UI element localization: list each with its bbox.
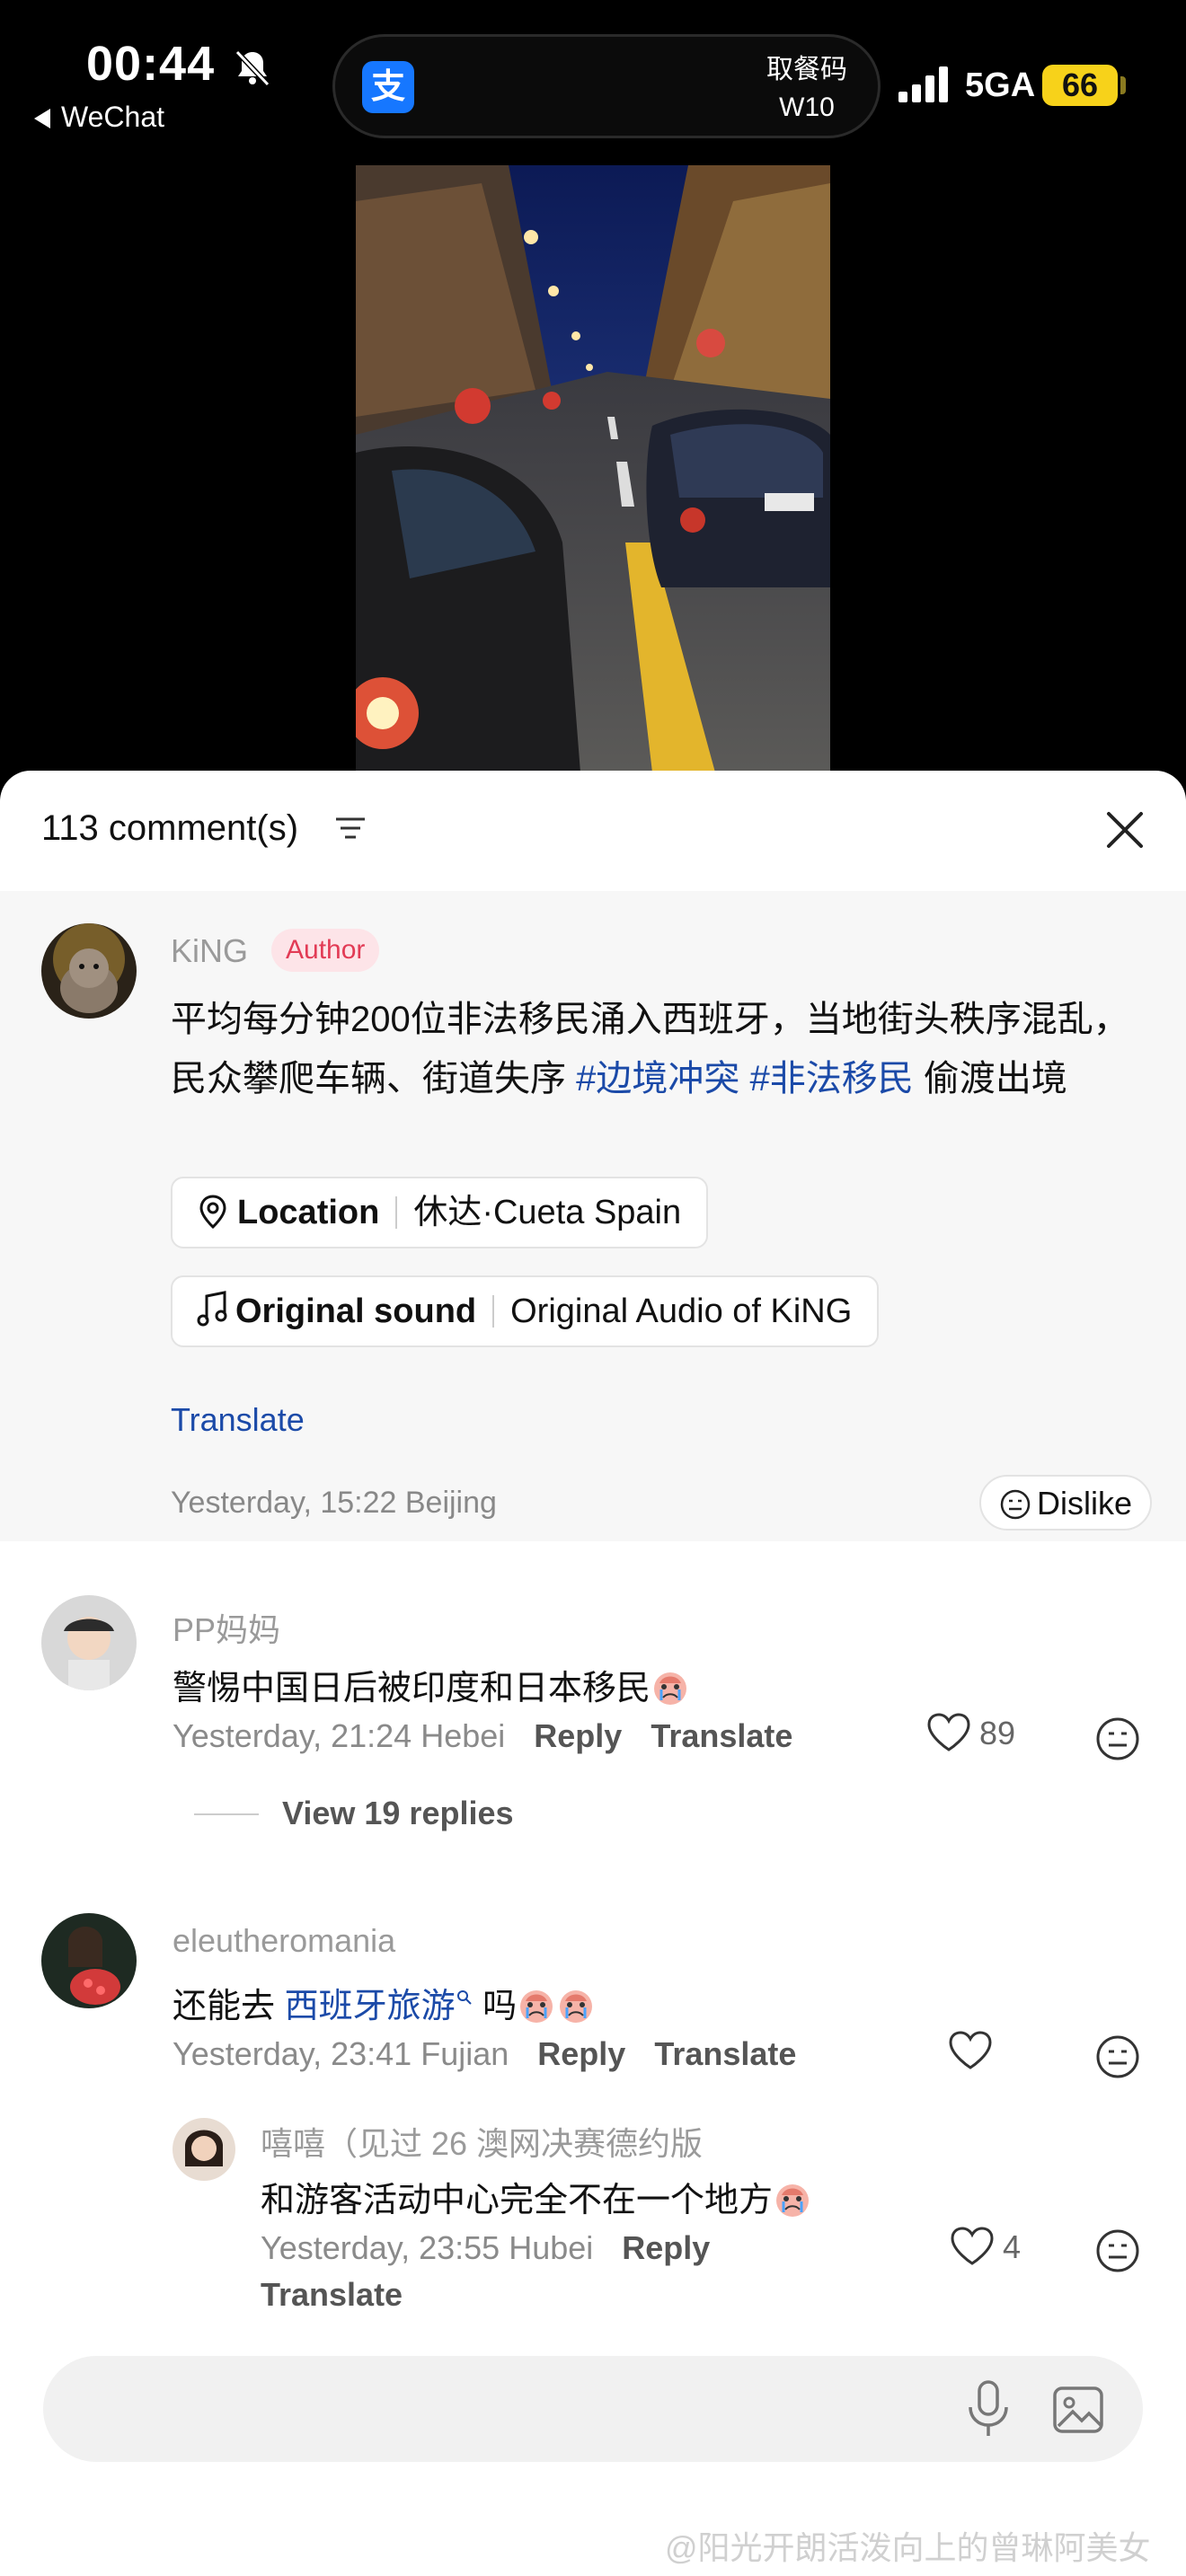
reply-time: Yesterday, 23:55 Hubei <box>261 2229 594 2266</box>
caption-text-tail: 偷渡出境 <box>913 1059 1067 1098</box>
like-count: 4 <box>1003 2228 1022 2265</box>
neutral-face-icon[interactable] <box>1094 1716 1141 1762</box>
crying-emoji-icon <box>654 1672 687 1705</box>
comment-meta: Yesterday, 23:41 Fujian Reply Translate <box>173 2035 796 2073</box>
crying-emoji-icon <box>560 1990 593 2023</box>
heart-icon <box>927 1713 970 1751</box>
comments-sheet: 113 comment(s) KiNG Author 平均每分钟200位非法移民… <box>0 771 1186 2576</box>
neutral-face-icon[interactable] <box>1094 2228 1141 2274</box>
pickup-code-title: 取餐码 <box>766 55 847 84</box>
status-time: 00:44 <box>86 37 216 91</box>
mic-icon[interactable] <box>961 2377 1015 2439</box>
dynamic-island-pickup-code[interactable]: 支 取餐码 W10 <box>332 34 881 138</box>
author-name[interactable]: KiNG <box>171 932 248 970</box>
alipay-icon: 支 <box>362 61 414 113</box>
post-time: Yesterday, 15:22 Beijing <box>171 1486 497 1520</box>
comment-time: Yesterday, 21:24 Hebei <box>173 1717 506 1754</box>
comment-text-body: 警惕中国日后被印度和日本移民 <box>173 1670 651 1707</box>
reply-text-body: 和游客活动中心完全不在一个地方 <box>261 2182 774 2219</box>
battery-cap <box>1120 76 1126 94</box>
reply-meta: Yesterday, 23:55 Hubei Reply <box>261 2229 710 2267</box>
dislike-button[interactable]: Dislike <box>979 1475 1153 1531</box>
comment-text: 警惕中国日后被印度和日本移民 <box>173 1660 690 1709</box>
like-count: 89 <box>979 1715 1016 1751</box>
location-pin-icon <box>199 1195 226 1230</box>
hashtag-illegal-immigrants[interactable]: #非法移民 <box>750 1059 914 1098</box>
signal-icon <box>898 66 948 102</box>
comment-author[interactable]: eleutheromania <box>173 1922 395 1960</box>
network-type: 5GA <box>965 66 1036 104</box>
location-key: Location <box>237 1194 380 1231</box>
reply-translate-row: Translate <box>261 2276 403 2314</box>
reply-text: 和游客活动中心完全不在一个地方 <box>261 2172 812 2221</box>
heart-icon <box>949 2031 992 2069</box>
comment-author[interactable]: PP妈妈 <box>173 1604 280 1651</box>
sound-value: Original Audio of KiNG <box>510 1292 853 1330</box>
reply-button[interactable]: Reply <box>622 2229 710 2266</box>
crying-emoji-icon <box>776 2184 810 2217</box>
pickup-code-value: W10 <box>779 93 835 122</box>
translate-button[interactable]: Translate <box>654 2035 796 2072</box>
music-note-icon <box>197 1291 227 1327</box>
comment-time: Yesterday, 23:41 Fujian <box>173 2035 509 2072</box>
back-arrow-icon <box>34 109 50 128</box>
translate-button[interactable]: Translate <box>651 1717 792 1754</box>
back-app-label: WeChat <box>61 101 165 133</box>
like-button[interactable]: 4 <box>949 2226 1021 2267</box>
reply-author[interactable]: 嘻嘻（见过 26 澳网决赛德约版 <box>261 2118 703 2165</box>
comment-meta: Yesterday, 21:24 Hebei Reply Translate <box>173 1717 792 1755</box>
image-icon[interactable] <box>1051 2383 1105 2437</box>
author-post: KiNG Author 平均每分钟200位非法移民涌入西班牙，当地街头秩序混乱，… <box>0 891 1186 1541</box>
pickup-code: 取餐码 W10 <box>766 51 847 127</box>
translate-post-link[interactable]: Translate <box>171 1401 305 1439</box>
comment-text: 还能去 西班牙旅游 吗 <box>173 1978 596 2027</box>
bell-slash-icon <box>235 49 270 87</box>
avatar[interactable] <box>41 1595 137 1690</box>
search-link[interactable]: 西班牙旅游 <box>285 1988 456 2025</box>
dislike-label: Dislike <box>1037 1485 1133 1522</box>
heart-icon <box>951 2227 994 2265</box>
watermark: @阳光开朗活泼向上的曾琳阿美女 <box>665 2529 1151 2566</box>
crying-emoji-icon <box>520 1990 553 2023</box>
comment-text-tail: 吗 <box>473 1988 518 2025</box>
like-button[interactable]: 89 <box>925 1712 1015 1753</box>
search-icon <box>456 1990 472 2005</box>
back-to-app-button[interactable]: WeChat <box>34 101 164 134</box>
post-caption: 平均每分钟200位非法移民涌入西班牙，当地街头秩序混乱，民众攀爬车辆、街道失序 … <box>171 990 1132 1108</box>
location-value: 休达·Cueta Spain <box>413 1194 682 1231</box>
avatar[interactable] <box>173 2118 235 2181</box>
comment-text-body: 还能去 <box>173 1988 285 2025</box>
comment-count: 113 comment(s) <box>41 808 299 848</box>
reply-button[interactable]: Reply <box>537 2035 625 2072</box>
like-button[interactable] <box>947 2030 1001 2071</box>
reply-button[interactable]: Reply <box>534 1717 622 1754</box>
close-icon[interactable] <box>1102 807 1148 853</box>
translate-button[interactable]: Translate <box>261 2276 403 2313</box>
neutral-face-icon <box>1000 1489 1031 1520</box>
filter-icon[interactable] <box>334 816 367 842</box>
author-badge: Author <box>271 929 380 972</box>
hashtag-border-conflict[interactable]: #边境冲突 <box>576 1059 739 1098</box>
view-replies-button[interactable]: View 19 replies <box>194 1795 514 1832</box>
avatar[interactable] <box>41 1913 137 2008</box>
sound-key: Original sound <box>235 1292 477 1330</box>
neutral-face-icon[interactable] <box>1094 2033 1141 2080</box>
original-sound-chip[interactable]: Original sound Original Audio of KiNG <box>171 1275 880 1347</box>
location-chip[interactable]: Location 休达·Cueta Spain <box>171 1177 709 1248</box>
avatar[interactable] <box>41 923 137 1019</box>
battery-level: 66 <box>1042 65 1118 106</box>
video-player[interactable] <box>356 165 830 772</box>
